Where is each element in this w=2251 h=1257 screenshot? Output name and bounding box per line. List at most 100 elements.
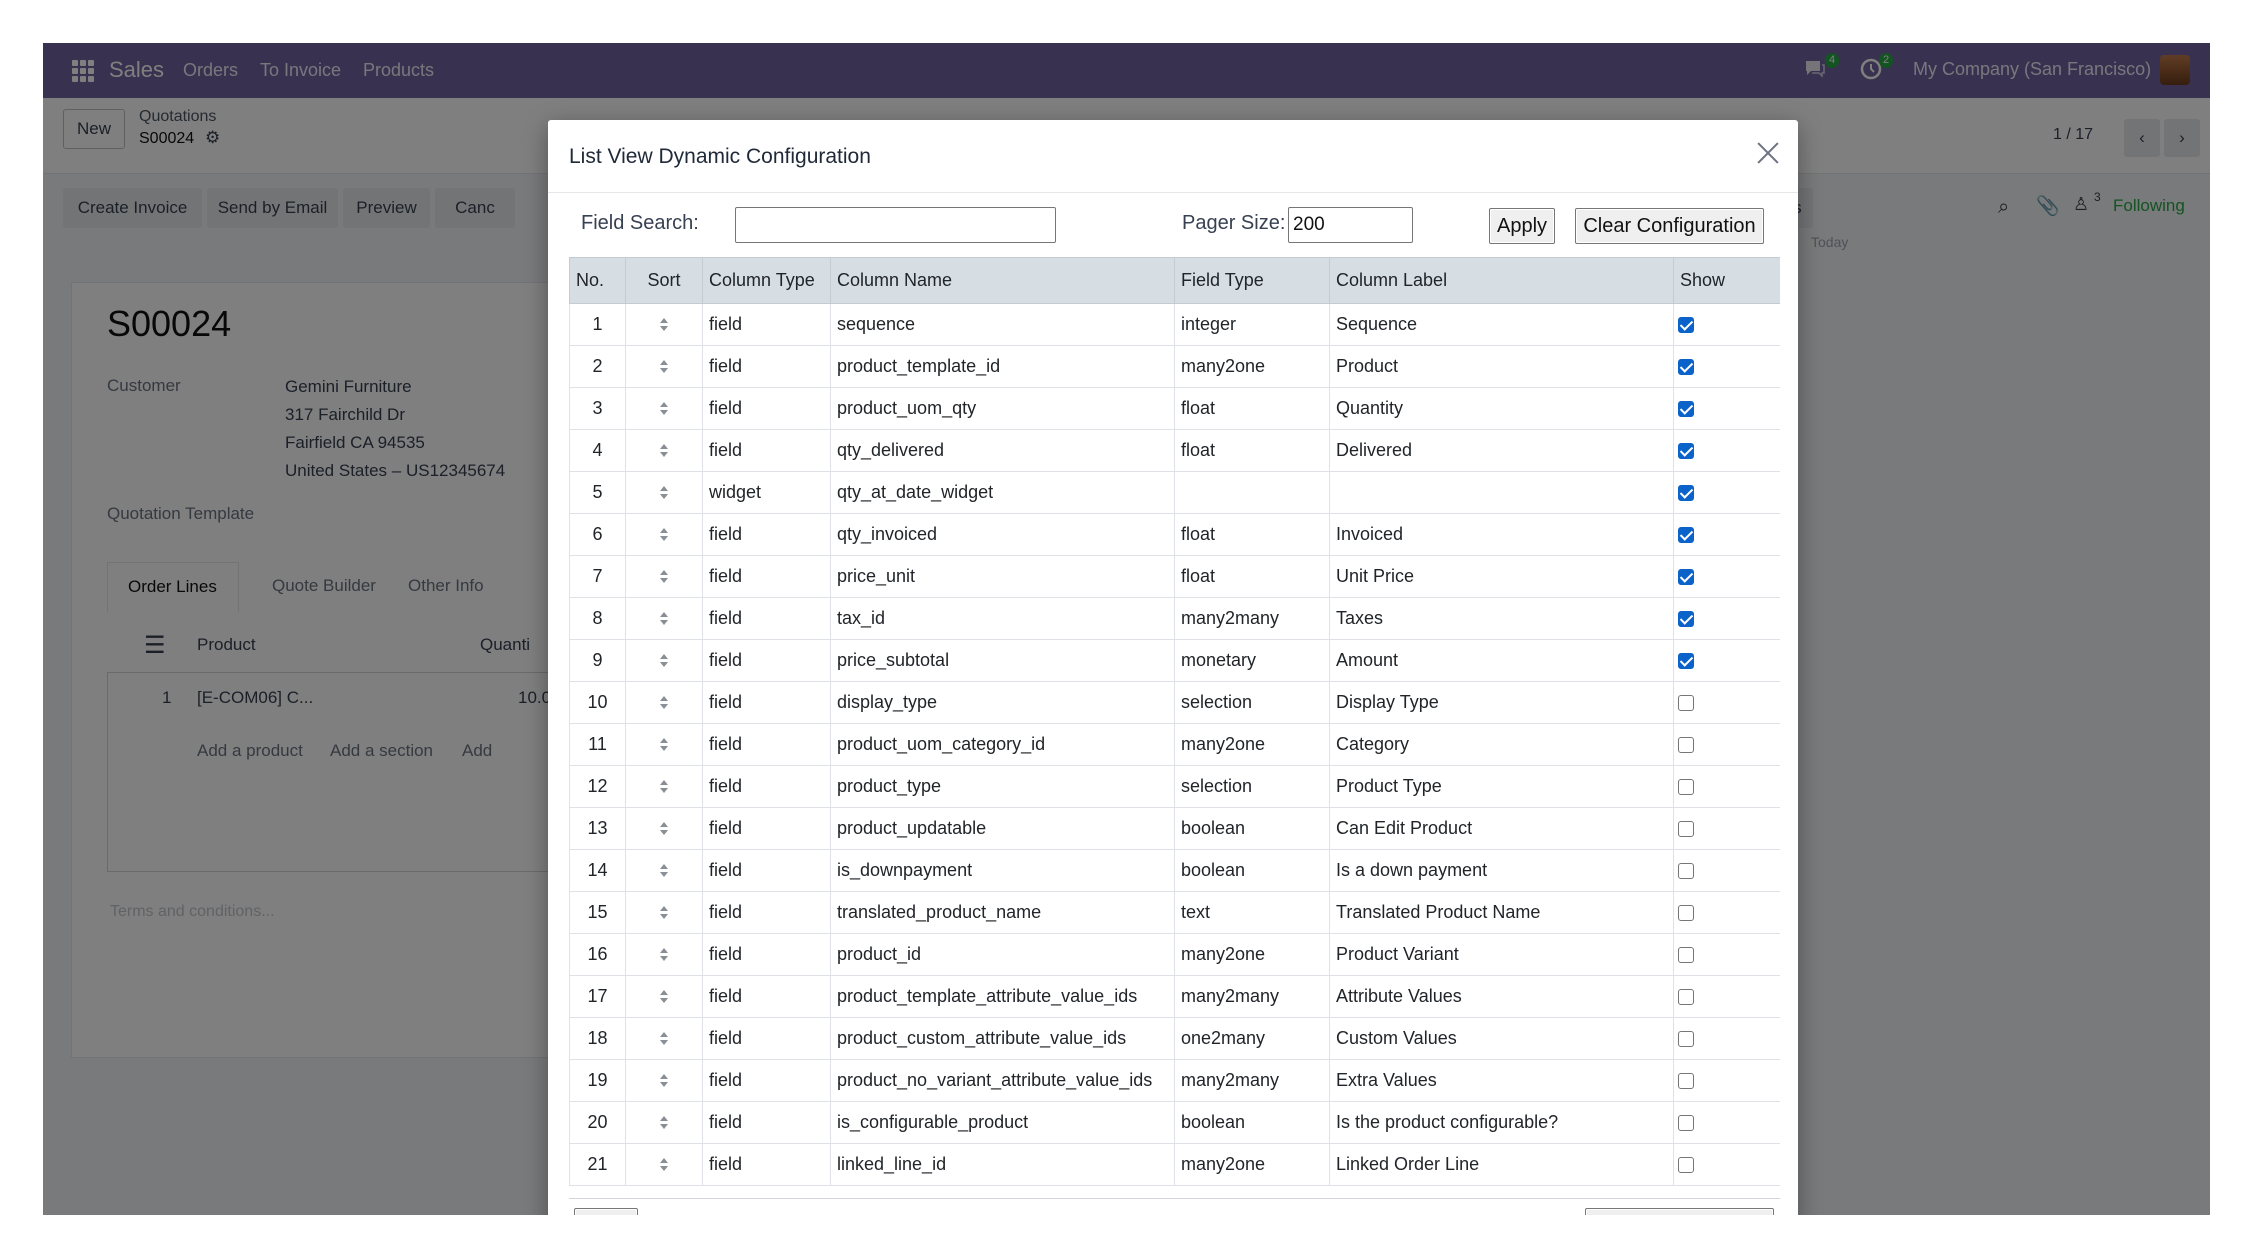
sort-arrows-icon[interactable] — [659, 1031, 669, 1047]
row-show[interactable] — [1673, 1017, 1780, 1060]
apply-button-top[interactable]: Apply — [1489, 208, 1555, 244]
field-search-input[interactable] — [735, 207, 1056, 243]
sort-handle[interactable] — [625, 891, 703, 934]
table-row[interactable]: 21 field linked_line_id many2one Linked Orde… — [569, 1143, 1780, 1186]
show-checkbox[interactable] — [1678, 611, 1694, 628]
show-checkbox[interactable] — [1678, 359, 1694, 376]
fields-table-scroll[interactable]: No. Sort Column Type Column Name Field T… — [569, 257, 1780, 1199]
sort-handle[interactable] — [625, 471, 703, 514]
show-checkbox[interactable] — [1678, 1115, 1694, 1132]
show-checkbox[interactable] — [1678, 1073, 1694, 1090]
table-row[interactable]: 18 field product_custom_attribute_value_id… — [569, 1017, 1780, 1060]
sort-handle[interactable] — [625, 513, 703, 556]
sort-arrows-icon[interactable] — [659, 401, 669, 417]
sort-handle[interactable] — [625, 597, 703, 640]
show-checkbox[interactable] — [1678, 443, 1694, 460]
sort-handle[interactable] — [625, 345, 703, 388]
apply-button-bottom[interactable]: Apply — [574, 1208, 638, 1215]
row-show[interactable] — [1673, 345, 1780, 388]
sort-handle[interactable] — [625, 765, 703, 808]
table-row[interactable]: 7 field price_unit float Unit Price — [569, 555, 1780, 598]
row-show[interactable] — [1673, 387, 1780, 430]
row-show[interactable] — [1673, 597, 1780, 640]
table-row[interactable]: 2 field product_template_id many2one Product — [569, 345, 1780, 388]
show-checkbox[interactable] — [1678, 863, 1694, 880]
table-row[interactable]: 15 field translated_product_name text Transl… — [569, 891, 1780, 934]
sort-handle[interactable] — [625, 807, 703, 850]
table-row[interactable]: 6 field qty_invoiced float Invoiced — [569, 513, 1780, 556]
clear-config-button-top[interactable]: Clear Configuration — [1575, 208, 1764, 244]
sort-arrows-icon[interactable] — [659, 905, 669, 921]
sort-arrows-icon[interactable] — [659, 527, 669, 543]
show-checkbox[interactable] — [1678, 779, 1694, 796]
row-show[interactable] — [1673, 807, 1780, 850]
sort-handle[interactable] — [625, 639, 703, 682]
show-checkbox[interactable] — [1678, 695, 1694, 712]
table-row[interactable]: 13 field product_updatable boolean Can Edit … — [569, 807, 1780, 850]
table-row[interactable]: 20 field is_configurable_product boolean Is … — [569, 1101, 1780, 1144]
sort-arrows-icon[interactable] — [659, 695, 669, 711]
sort-arrows-icon[interactable] — [659, 569, 669, 585]
show-checkbox[interactable] — [1678, 947, 1694, 964]
table-row[interactable]: 1 field sequence integer Sequence — [569, 303, 1780, 346]
table-row[interactable]: 4 field qty_delivered float Delivered — [569, 429, 1780, 472]
table-row[interactable]: 5 widget qty_at_date_widget — [569, 471, 1780, 514]
row-show[interactable] — [1673, 1101, 1780, 1144]
sort-handle[interactable] — [625, 387, 703, 430]
row-show[interactable] — [1673, 471, 1780, 514]
sort-handle[interactable] — [625, 681, 703, 724]
sort-handle[interactable] — [625, 555, 703, 598]
table-row[interactable]: 8 field tax_id many2many Taxes — [569, 597, 1780, 640]
close-icon[interactable] — [1756, 141, 1780, 165]
show-checkbox[interactable] — [1678, 317, 1694, 334]
table-row[interactable]: 16 field product_id many2one Product Variant — [569, 933, 1780, 976]
show-checkbox[interactable] — [1678, 653, 1694, 670]
sort-handle[interactable] — [625, 723, 703, 766]
table-row[interactable]: 14 field is_downpayment boolean Is a down pa… — [569, 849, 1780, 892]
row-show[interactable] — [1673, 639, 1780, 682]
sort-arrows-icon[interactable] — [659, 359, 669, 375]
sort-arrows-icon[interactable] — [659, 1073, 669, 1089]
clear-config-button-bottom[interactable]: Clear Configuration — [1585, 1208, 1774, 1215]
show-checkbox[interactable] — [1678, 1157, 1694, 1174]
row-show[interactable] — [1673, 891, 1780, 934]
sort-arrows-icon[interactable] — [659, 443, 669, 459]
row-show[interactable] — [1673, 849, 1780, 892]
sort-handle[interactable] — [625, 303, 703, 346]
sort-handle[interactable] — [625, 1059, 703, 1102]
show-checkbox[interactable] — [1678, 569, 1694, 586]
table-row[interactable]: 19 field product_no_variant_attribute_valu… — [569, 1059, 1780, 1102]
row-show[interactable] — [1673, 765, 1780, 808]
sort-handle[interactable] — [625, 429, 703, 472]
show-checkbox[interactable] — [1678, 737, 1694, 754]
sort-handle[interactable] — [625, 975, 703, 1018]
sort-arrows-icon[interactable] — [659, 779, 669, 795]
sort-arrows-icon[interactable] — [659, 317, 669, 333]
show-checkbox[interactable] — [1678, 1031, 1694, 1048]
sort-handle[interactable] — [625, 849, 703, 892]
row-show[interactable] — [1673, 975, 1780, 1018]
row-show[interactable] — [1673, 513, 1780, 556]
sort-arrows-icon[interactable] — [659, 653, 669, 669]
sort-arrows-icon[interactable] — [659, 947, 669, 963]
row-show[interactable] — [1673, 1143, 1780, 1186]
row-show[interactable] — [1673, 723, 1780, 766]
sort-arrows-icon[interactable] — [659, 485, 669, 501]
row-show[interactable] — [1673, 1059, 1780, 1102]
table-row[interactable]: 12 field product_type selection Product Type — [569, 765, 1780, 808]
sort-handle[interactable] — [625, 1101, 703, 1144]
pager-size-input[interactable] — [1288, 207, 1413, 243]
row-show[interactable] — [1673, 933, 1780, 976]
table-row[interactable]: 17 field product_template_attribute_value_… — [569, 975, 1780, 1018]
row-show[interactable] — [1673, 303, 1780, 346]
show-checkbox[interactable] — [1678, 401, 1694, 418]
row-show[interactable] — [1673, 429, 1780, 472]
show-checkbox[interactable] — [1678, 905, 1694, 922]
table-row[interactable]: 9 field price_subtotal monetary Amount — [569, 639, 1780, 682]
table-row[interactable]: 10 field display_type selection Display Type — [569, 681, 1780, 724]
show-checkbox[interactable] — [1678, 821, 1694, 838]
sort-arrows-icon[interactable] — [659, 737, 669, 753]
show-checkbox[interactable] — [1678, 485, 1694, 502]
sort-arrows-icon[interactable] — [659, 863, 669, 879]
row-show[interactable] — [1673, 681, 1780, 724]
